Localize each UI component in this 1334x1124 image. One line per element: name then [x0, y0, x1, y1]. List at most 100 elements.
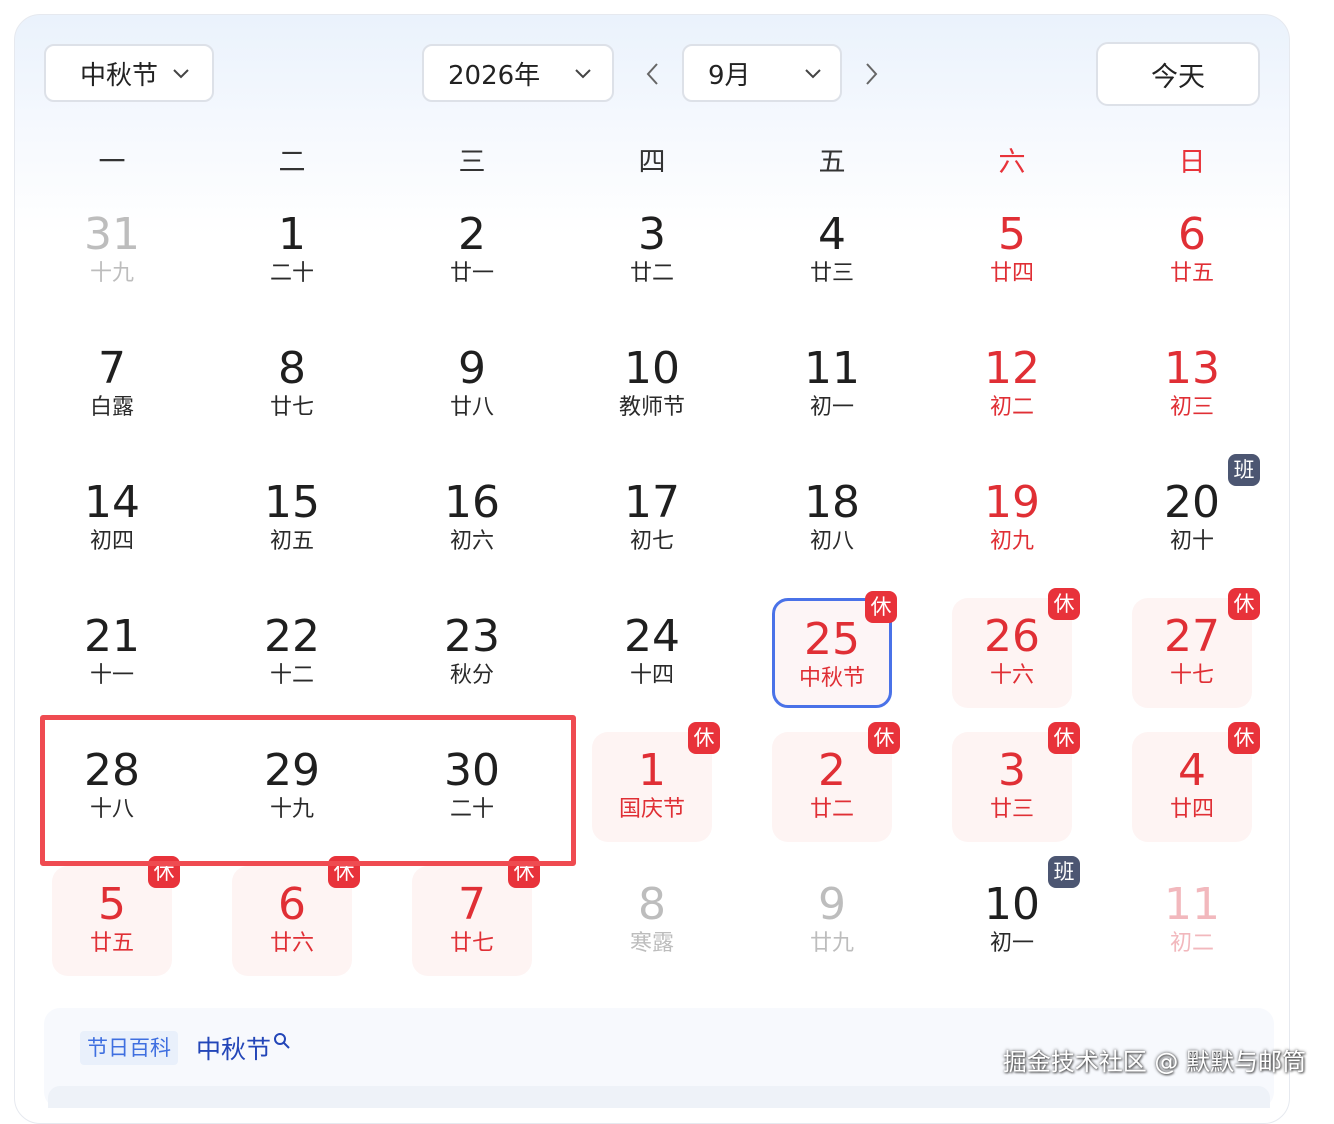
- prev-month-button[interactable]: [636, 56, 670, 92]
- day-number: 2: [458, 209, 486, 260]
- weekday-label: 三: [458, 147, 486, 178]
- day-cell[interactable]: 19 初九: [952, 464, 1072, 574]
- watermark: 掘金技术社区 @ 默默与邮筒: [1002, 1048, 1306, 1076]
- day-number: 14: [84, 477, 140, 528]
- festival-encyclopedia-tag: 节日百科: [80, 1031, 178, 1065]
- weekday-label: 一: [98, 147, 126, 178]
- day-number: 9: [458, 343, 486, 394]
- lunar-date: 廿三: [989, 797, 1034, 822]
- day-cell[interactable]: 10 教师节: [592, 330, 712, 440]
- day-cell[interactable]: 6 廿五: [1132, 196, 1252, 306]
- day-number: 8: [638, 879, 666, 930]
- lunar-date: 秋分: [449, 663, 494, 688]
- day-cell[interactable]: 7 白露: [52, 330, 172, 440]
- workday-badge: 班: [1048, 856, 1080, 888]
- day-number: 13: [1164, 343, 1220, 394]
- chevron-right-icon: [866, 63, 878, 85]
- day-cell[interactable]: 14 初四: [52, 464, 172, 574]
- day-cell[interactable]: 4 廿三: [772, 196, 892, 306]
- holiday-badge: 休: [148, 856, 180, 888]
- day-cell[interactable]: 7 廿七休: [412, 856, 540, 976]
- day-number: 30: [444, 745, 500, 796]
- lunar-date: 教师节: [618, 395, 685, 420]
- lunar-date: 二十: [269, 261, 314, 286]
- day-cell[interactable]: 4 廿四休: [1132, 722, 1260, 842]
- day-cell[interactable]: 10 初一班: [952, 856, 1080, 976]
- day-cell[interactable]: 1 国庆节休: [592, 722, 720, 842]
- day-cell[interactable]: 5 廿四: [952, 196, 1072, 306]
- day-cell[interactable]: 27 十七休: [1132, 588, 1260, 708]
- day-number: 29: [264, 745, 320, 796]
- weekday-label: 五: [818, 147, 846, 178]
- lunar-date: 十六: [989, 663, 1034, 688]
- year-select-value: 2026年: [448, 60, 541, 91]
- day-number: 19: [984, 477, 1040, 528]
- lunar-date: 廿七: [449, 931, 494, 956]
- day-number: 11: [1164, 879, 1220, 930]
- lunar-date: 初一: [809, 395, 854, 420]
- day-cell[interactable]: 8 寒露: [592, 866, 712, 976]
- day-cell[interactable]: 31 十九: [52, 196, 172, 306]
- lunar-date: 白露: [89, 395, 134, 420]
- day-cell[interactable]: 16 初六: [412, 464, 532, 574]
- holiday-badge: 休: [1048, 588, 1080, 620]
- day-cell[interactable]: 17 初七: [592, 464, 712, 574]
- day-cell[interactable]: 23 秋分: [412, 598, 532, 708]
- day-cell[interactable]: 15 初五: [232, 464, 352, 574]
- lunar-date: 廿六: [269, 931, 314, 956]
- lunar-date: 初八: [809, 529, 854, 554]
- today-button[interactable]: 今天: [1096, 42, 1260, 106]
- next-month-button[interactable]: [854, 56, 888, 92]
- day-cell[interactable]: 20 初十班: [1132, 454, 1260, 574]
- day-cell[interactable]: 9 廿八: [412, 330, 532, 440]
- day-cell[interactable]: 8 廿七: [232, 330, 352, 440]
- holiday-select[interactable]: 中秋节: [44, 44, 214, 102]
- day-number: 18: [804, 477, 860, 528]
- lunar-date: 十七: [1169, 663, 1214, 688]
- lunar-date: 廿四: [1169, 797, 1214, 822]
- day-cell[interactable]: 12 初二: [952, 330, 1072, 440]
- search-icon: [274, 1033, 290, 1049]
- day-number: 28: [84, 745, 140, 796]
- day-cell[interactable]: 11 初一: [772, 330, 892, 440]
- day-number: 16: [444, 477, 500, 528]
- year-select[interactable]: 2026年: [422, 44, 614, 102]
- day-cell[interactable]: 21 十一: [52, 598, 172, 708]
- day-number: 3: [638, 209, 666, 260]
- day-cell[interactable]: 5 廿五休: [52, 856, 180, 976]
- day-number: 24: [624, 611, 680, 662]
- day-cell[interactable]: 18 初八: [772, 464, 892, 574]
- day-cell[interactable]: 6 廿六休: [232, 856, 360, 976]
- day-number: 31: [84, 209, 140, 260]
- day-cell[interactable]: 1 二十: [232, 196, 352, 306]
- day-cell[interactable]: 24 十四: [592, 598, 712, 708]
- day-number: 22: [264, 611, 320, 662]
- lunar-date: 初五: [269, 529, 314, 554]
- day-cell[interactable]: 9 廿九: [772, 866, 892, 976]
- lunar-date: 十九: [269, 797, 314, 822]
- day-cell[interactable]: 3 廿三休: [952, 722, 1080, 842]
- holiday-badge: 休: [1228, 588, 1260, 620]
- day-cell[interactable]: 26 十六休: [952, 588, 1080, 708]
- festival-link[interactable]: 中秋节: [196, 1030, 291, 1066]
- workday-badge: 班: [1228, 454, 1260, 486]
- day-cell[interactable]: 29 十九: [232, 732, 352, 842]
- lunar-date: 初一: [989, 931, 1034, 956]
- lunar-date: 廿五: [89, 931, 134, 956]
- day-cell[interactable]: 2 廿二休: [772, 722, 900, 842]
- festival-link-label: 中秋节: [196, 1035, 272, 1064]
- lunar-date: 初三: [1169, 395, 1214, 420]
- day-cell[interactable]: 13 初三: [1132, 330, 1252, 440]
- day-number: 11: [804, 343, 860, 394]
- day-cell[interactable]: 22 十二: [232, 598, 352, 708]
- day-cell[interactable]: 3 廿二: [592, 196, 712, 306]
- lunar-date: 十二: [269, 663, 314, 688]
- month-select[interactable]: 9月: [682, 44, 842, 102]
- holiday-badge: 休: [688, 722, 720, 754]
- day-cell[interactable]: 11 初二: [1132, 866, 1252, 976]
- day-cell[interactable]: 28 十八: [52, 732, 172, 842]
- weekday-label: 日: [1178, 147, 1206, 178]
- day-cell[interactable]: 30 二十: [412, 732, 532, 842]
- day-cell[interactable]: 2 廿一: [412, 196, 532, 306]
- day-cell-selected[interactable]: 25 中秋节休: [772, 591, 897, 708]
